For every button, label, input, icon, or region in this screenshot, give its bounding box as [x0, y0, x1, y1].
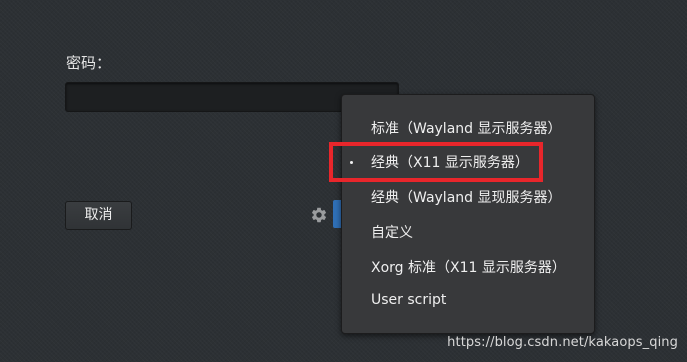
menu-item-label: User script	[371, 292, 447, 308]
menu-item-standard-wayland[interactable]: 标准（Wayland 显示服务器）	[371, 117, 562, 141]
menu-item-label: 标准（Wayland 显示服务器）	[371, 121, 562, 137]
watermark: https://blog.csdn.net/kakaops_qing	[447, 335, 678, 350]
menu-item-label: Xorg 标准（X11 显示服务器）	[371, 260, 566, 276]
menu-item-classic-wayland[interactable]: 经典（Wayland 显现服务器）	[371, 186, 562, 210]
gear-popover-arrow	[333, 200, 341, 228]
cancel-button[interactable]: 取消	[65, 201, 132, 230]
highlight-annotation-box	[329, 142, 543, 182]
menu-item-label: 经典（Wayland 显现服务器）	[371, 190, 562, 206]
password-label: 密码：	[66, 54, 112, 72]
menu-item-xorg-standard[interactable]: Xorg 标准（X11 显示服务器）	[371, 256, 566, 280]
gear-icon[interactable]	[310, 206, 328, 224]
session-menu: 标准（Wayland 显示服务器） 经典（X11 显示服务器） 经典（Wayla…	[341, 94, 595, 334]
menu-item-user-script[interactable]: User script	[371, 288, 446, 312]
menu-item-label: 自定义	[371, 225, 413, 241]
menu-item-custom[interactable]: 自定义	[371, 221, 413, 245]
